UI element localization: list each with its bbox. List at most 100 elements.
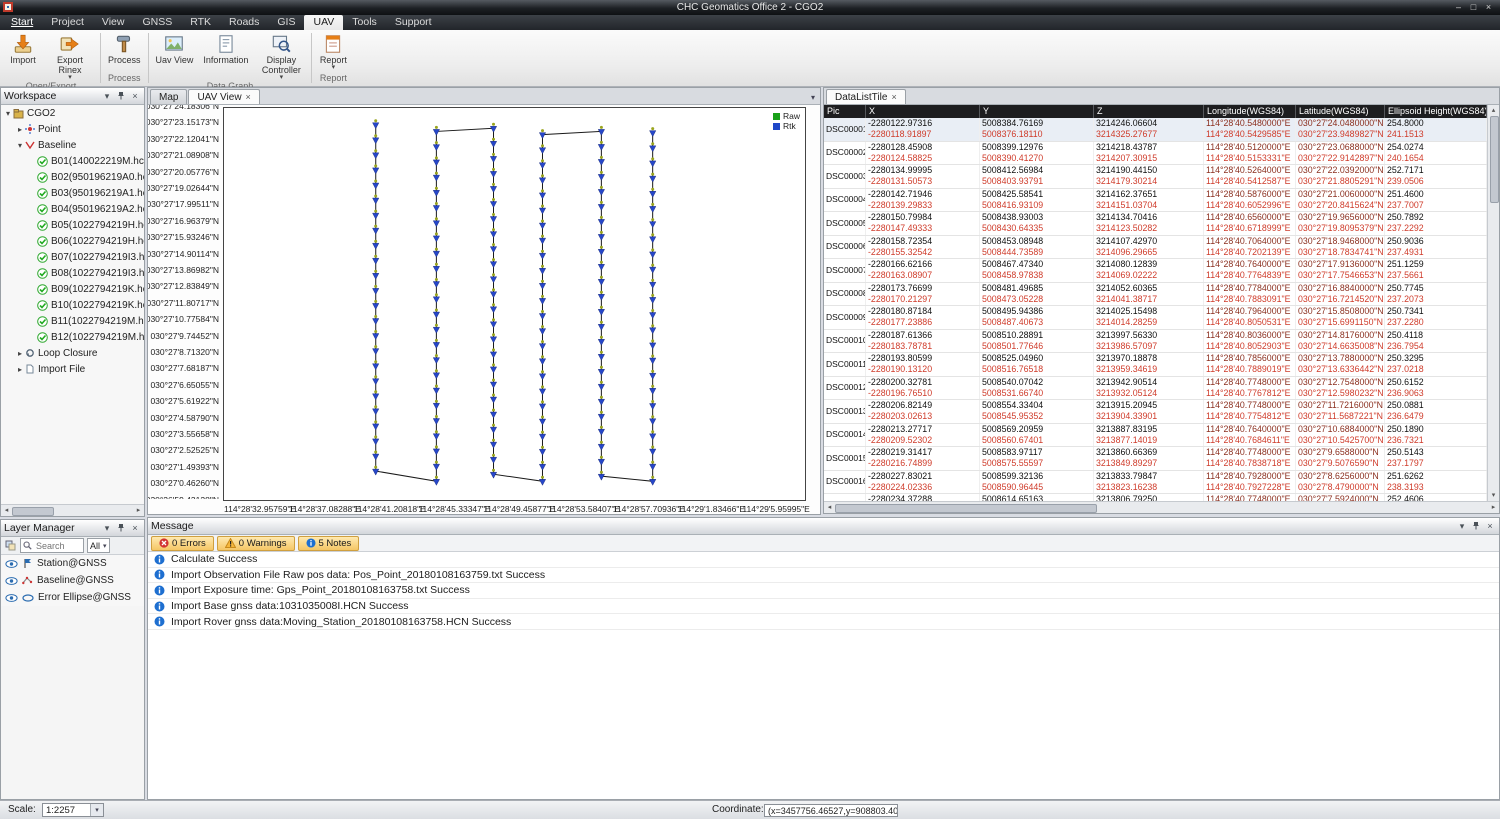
column-header-latitude-wgs84[interactable]: Latitude(WGS84) [1296, 105, 1385, 118]
tab-close-icon[interactable]: × [246, 92, 251, 102]
scroll-right-icon[interactable]: ▸ [133, 505, 144, 516]
tree-node-b06[interactable]: B06(1022794219H.hcs->9 [1, 233, 144, 249]
maximize-button[interactable]: □ [1466, 0, 1481, 15]
layers-icon[interactable] [4, 539, 17, 552]
column-header-longitude-wgs84[interactable]: Longitude(WGS84) [1204, 105, 1296, 118]
table-row-dsc00013[interactable]: DSC00013-2280206.82149-2280203.026135008… [824, 400, 1487, 424]
message-row[interactable]: Import Rover gnss data:Moving_Station_20… [148, 614, 1499, 630]
scale-combobox[interactable]: 1:2257 ▾ [42, 803, 104, 817]
menu-item-gis[interactable]: GIS [268, 15, 304, 30]
layer-item-baseline-gnss[interactable]: Baseline@GNSS [1, 572, 144, 589]
datalist-vertical-scrollbar[interactable]: ▴▾ [1487, 105, 1499, 501]
table-row-dsc00005[interactable]: DSC00005-2280150.79984-2280147.493335008… [824, 212, 1487, 236]
table-row-dsc00004[interactable]: DSC00004-2280142.71946-2280139.298335008… [824, 189, 1487, 213]
message-row[interactable]: Calculate Success [148, 552, 1499, 568]
tree-node-b08[interactable]: B08(1022794219I3.hcs-> [1, 265, 144, 281]
tab-map[interactable]: Map [150, 89, 187, 104]
workspace-horizontal-scrollbar[interactable]: ◂▸ [1, 504, 144, 516]
pin-icon[interactable] [1470, 520, 1482, 532]
column-header-y[interactable]: Y [980, 105, 1094, 118]
menu-item-project[interactable]: Project [42, 15, 93, 30]
tree-node-b01[interactable]: B01(140022219M.hcs->1C [1, 153, 144, 169]
message-row[interactable]: Import Base gnss data:1031035008I.HCN Su… [148, 599, 1499, 615]
scroll-down-icon[interactable]: ▾ [1488, 490, 1499, 501]
table-row-dsc00006[interactable]: DSC00006-2280158.72354-2280155.325425008… [824, 236, 1487, 260]
report-button[interactable]: Report▾ [314, 32, 352, 71]
tab-close-icon[interactable]: × [891, 92, 896, 102]
uav-view-button[interactable]: Uav View [151, 32, 199, 65]
scroll-right-icon[interactable]: ▸ [1488, 502, 1499, 513]
scroll-left-icon[interactable]: ◂ [1, 505, 12, 516]
table-row-dsc00003[interactable]: DSC00003-2280134.99995-2280131.505735008… [824, 165, 1487, 189]
table-row-dsc00001[interactable]: DSC00001-2280122.97316-2280118.918975008… [824, 118, 1487, 142]
import-button[interactable]: Import [4, 32, 42, 65]
scroll-track[interactable] [835, 502, 1488, 513]
scroll-left-icon[interactable]: ◂ [824, 502, 835, 513]
table-row-dsc00015[interactable]: DSC00015-2280219.31417-2280216.748995008… [824, 447, 1487, 471]
display-controller-button[interactable]: Display Controller▾ [253, 32, 309, 81]
collapse-icon[interactable]: ▾ [3, 109, 13, 118]
pin-icon[interactable] [115, 522, 127, 534]
tab-datalisttile[interactable]: DataListTile × [826, 89, 906, 104]
table-row-dsc00012[interactable]: DSC00012-2280200.32781-2280196.765105008… [824, 377, 1487, 401]
scroll-up-icon[interactable]: ▴ [1488, 105, 1499, 116]
eye-icon[interactable] [5, 593, 18, 603]
chevron-down-icon[interactable]: ▾ [90, 804, 103, 816]
message-tab-0-errors[interactable]: 0 Errors [151, 536, 214, 551]
tree-node-point[interactable]: ▸Point [1, 121, 144, 137]
scroll-track[interactable] [12, 505, 133, 516]
eye-icon[interactable] [5, 559, 18, 569]
tree-node-b05[interactable]: B05(1022794219H.hcs-> [1, 217, 144, 233]
tree-node-cgo2[interactable]: ▾CGO2 [1, 105, 144, 121]
pin-icon[interactable] [115, 90, 127, 102]
tree-node-b03[interactable]: B03(950196219A1.hcs->1 [1, 185, 144, 201]
close-icon[interactable]: × [129, 90, 141, 102]
table-row-dsc00011[interactable]: DSC00011-2280193.80599-2280190.131205008… [824, 353, 1487, 377]
expand-icon[interactable]: ▸ [15, 365, 25, 374]
tree-node-b10[interactable]: B10(1022794219K.hcs->9 [1, 297, 144, 313]
minimize-button[interactable]: – [1451, 0, 1466, 15]
tree-node-import-file[interactable]: ▸Import File [1, 361, 144, 377]
menu-item-start[interactable]: Start [2, 15, 42, 30]
collapse-icon[interactable]: ▾ [15, 141, 25, 150]
message-tab-0-warnings[interactable]: 0 Warnings [217, 536, 295, 551]
message-tab-5-notes[interactable]: 5 Notes [298, 536, 360, 551]
layer-item-station-gnss[interactable]: Station@GNSS [1, 555, 144, 572]
table-row-dsc00017[interactable]: DSC00017-2280234.37288-2280230.536835008… [824, 494, 1487, 501]
menu-item-gnss[interactable]: GNSS [133, 15, 181, 30]
table-row-dsc00002[interactable]: DSC00002-2280128.45908-2280124.588255008… [824, 142, 1487, 166]
menu-item-tools[interactable]: Tools [343, 15, 386, 30]
information-button[interactable]: Information [198, 32, 253, 65]
message-row[interactable]: Import Exposure time: Gps_Point_20180108… [148, 583, 1499, 599]
table-row-dsc00014[interactable]: DSC00014-2280213.27717-2280209.523025008… [824, 424, 1487, 448]
table-row-dsc00007[interactable]: DSC00007-2280166.62166-2280163.089075008… [824, 259, 1487, 283]
scroll-track[interactable] [1488, 116, 1499, 490]
export-rinex-button[interactable]: Export Rinex▾ [42, 32, 98, 81]
menu-item-rtk[interactable]: RTK [181, 15, 220, 30]
close-icon[interactable]: × [1484, 520, 1496, 532]
eye-icon[interactable] [5, 576, 18, 586]
panel-menu-icon[interactable]: ▾ [101, 522, 113, 534]
column-header-z[interactable]: Z [1094, 105, 1204, 118]
table-row-dsc00016[interactable]: DSC00016-2280227.83021-2280224.023365008… [824, 471, 1487, 495]
message-row[interactable]: Import Observation File Raw pos data: Po… [148, 568, 1499, 584]
layer-filter-dropdown[interactable]: All ▾ [87, 538, 110, 553]
tree-node-loop-closure[interactable]: ▸Loop Closure [1, 345, 144, 361]
close-button[interactable]: × [1481, 0, 1496, 15]
process-button[interactable]: Process [103, 32, 146, 65]
scroll-thumb[interactable] [1490, 116, 1499, 203]
tree-node-baseline[interactable]: ▾Baseline [1, 137, 144, 153]
scroll-thumb[interactable] [12, 507, 54, 516]
column-header-pic[interactable]: Pic [824, 105, 866, 118]
tab-list-dropdown-icon[interactable]: ▾ [806, 93, 820, 104]
table-row-dsc00009[interactable]: DSC00009-2280180.87184-2280177.238865008… [824, 306, 1487, 330]
column-header-ellipsoid-height-wgs84[interactable]: Ellipsoid Height(WGS84) [1385, 105, 1487, 118]
tree-node-b11[interactable]: B11(1022794219M.hcs-> [1, 313, 144, 329]
menu-item-view[interactable]: View [93, 15, 134, 30]
menu-item-support[interactable]: Support [386, 15, 441, 30]
scroll-thumb[interactable] [835, 504, 1097, 513]
tree-node-b12[interactable]: B12(1022794219M.hcs->1 [1, 329, 144, 345]
close-icon[interactable]: × [129, 522, 141, 534]
expand-icon[interactable]: ▸ [15, 125, 25, 134]
tab-uav-view[interactable]: UAV View× [188, 89, 259, 104]
